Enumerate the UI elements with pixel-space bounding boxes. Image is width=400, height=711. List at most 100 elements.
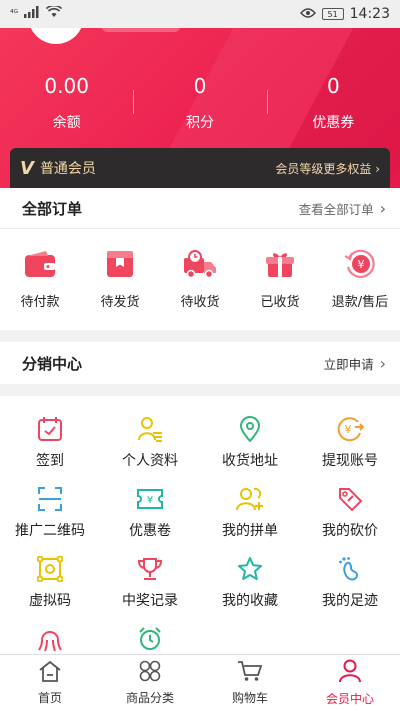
balance-label: 余额 xyxy=(52,115,81,131)
eye-icon xyxy=(299,7,316,22)
grid-item-label: 中奖记录 xyxy=(122,593,178,609)
chevron-right-icon: › xyxy=(379,353,386,373)
refund-icon: ¥ xyxy=(343,247,377,281)
grid-item-qrcode[interactable]: 推广二维码 xyxy=(0,484,100,554)
grid-item-checkin[interactable]: 签到 xyxy=(0,414,100,484)
alarm-clock-icon xyxy=(135,624,165,654)
stat-points[interactable]: 0 积分 xyxy=(133,72,266,132)
balance-value: 0.00 xyxy=(44,74,89,98)
calendar-check-icon xyxy=(35,414,65,444)
profile-doc-icon xyxy=(135,414,165,444)
order-received[interactable]: 已收货 xyxy=(240,247,320,310)
nav-categories[interactable]: 商品分类 xyxy=(100,655,200,711)
footprint-icon xyxy=(335,554,365,584)
view-all-orders-link[interactable]: 查看全部订单 › xyxy=(299,199,386,218)
account-stats: 0.00 余额 0 积分 0 优惠券 xyxy=(0,72,400,132)
network-indicator: ⁴ᴳ xyxy=(10,9,18,19)
member-benefits-label: 会员等级更多权益 xyxy=(275,161,372,176)
grid-item-label: 我的砍价 xyxy=(322,523,378,539)
svg-text:¥: ¥ xyxy=(358,258,365,271)
battery-icon: 51 xyxy=(321,8,344,20)
svg-text:¥: ¥ xyxy=(345,423,352,436)
member-benefits-link[interactable]: 会员等级更多权益 › xyxy=(275,160,380,177)
grid-item-bargain[interactable]: 我的砍价 xyxy=(300,484,400,554)
stat-balance[interactable]: 0.00 余额 xyxy=(0,72,133,132)
coupon-icon: ¥ xyxy=(135,484,165,514)
virtual-code-icon xyxy=(35,554,65,584)
octopus-icon xyxy=(35,624,65,654)
signal-icon xyxy=(24,6,40,22)
price-tag-icon xyxy=(335,484,365,514)
orders-title: 全部订单 xyxy=(22,199,83,218)
grid-item-more-1[interactable] xyxy=(0,624,100,654)
grid-item-footprints[interactable]: 我的足迹 xyxy=(300,554,400,624)
qr-scan-icon xyxy=(35,484,65,514)
view-all-orders-label: 查看全部订单 xyxy=(298,201,374,217)
distribution-section[interactable]: 分销中心 立即申请 › xyxy=(0,342,400,384)
truck-icon xyxy=(183,247,217,281)
coupons-value: 0 xyxy=(326,74,340,98)
wallet-icon xyxy=(23,247,57,281)
chevron-right-icon: › xyxy=(379,198,386,218)
grid-item-label: 提现账号 xyxy=(322,453,378,469)
order-pending-payment[interactable]: 待付款 xyxy=(0,247,80,310)
avatar[interactable] xyxy=(28,28,84,44)
apply-now-link[interactable]: 立即申请 › xyxy=(324,354,386,373)
member-center-page: ⁴ᴳ 51 14:23 0.00 余额 0 积分 0 优惠券 V 普通会员 会员… xyxy=(0,0,400,711)
member-level: 普通会员 xyxy=(39,161,96,177)
grid-item-more-2[interactable] xyxy=(100,624,200,654)
grid-item-profile[interactable]: 个人资料 xyxy=(100,414,200,484)
nav-home-label: 首页 xyxy=(37,691,62,705)
grid-item-label: 推广二维码 xyxy=(15,523,85,539)
grid-item-label: 优惠卷 xyxy=(129,523,171,539)
clock-time: 14:23 xyxy=(349,6,390,22)
nav-categories-label: 商品分类 xyxy=(125,691,174,705)
grid-item-label: 我的拼单 xyxy=(222,523,278,539)
order-pending-shipment[interactable]: 待发货 xyxy=(80,247,160,310)
grid-item-label: 收货地址 xyxy=(222,453,278,469)
bottom-nav: 首页 商品分类 购物车 会员中心 xyxy=(0,654,400,711)
svg-text:¥: ¥ xyxy=(147,495,153,506)
apply-now-label: 立即申请 xyxy=(323,356,374,372)
user-icon xyxy=(338,659,362,687)
nav-member-center[interactable]: 会员中心 xyxy=(300,655,400,711)
grid-item-address[interactable]: 收货地址 xyxy=(200,414,300,484)
order-refund-label: 退款/售后 xyxy=(331,295,389,310)
grid-item-virtual-code[interactable]: 虚拟码 xyxy=(0,554,100,624)
nav-home[interactable]: 首页 xyxy=(0,655,100,711)
grid-item-prize-record[interactable]: 中奖记录 xyxy=(100,554,200,624)
order-pending-shipment-label: 待发货 xyxy=(100,295,140,310)
grid-item-label: 签到 xyxy=(36,453,64,469)
vip-badge-icon: V xyxy=(20,157,34,179)
withdraw-coin-icon: ¥ xyxy=(335,414,365,444)
gift-icon xyxy=(263,247,297,281)
trophy-icon xyxy=(135,554,165,584)
home-icon xyxy=(38,660,62,686)
order-pending-receipt[interactable]: 待收货 xyxy=(160,247,240,310)
points-value: 0 xyxy=(193,74,207,98)
grid-item-group-buy[interactable]: 我的拼单 xyxy=(200,484,300,554)
grid-item-withdraw[interactable]: ¥ 提现账号 xyxy=(300,414,400,484)
grid-item-label: 我的足迹 xyxy=(322,593,378,609)
category-icon xyxy=(138,660,162,686)
grid-item-label: 我的收藏 xyxy=(222,593,278,609)
distribution-title: 分销中心 xyxy=(22,354,83,373)
status-bar: ⁴ᴳ 51 14:23 xyxy=(0,0,400,28)
chevron-right-icon: › xyxy=(375,161,380,176)
grid-item-coupons[interactable]: ¥ 优惠卷 xyxy=(100,484,200,554)
membership-bar[interactable]: V 普通会员 会员等级更多权益 › xyxy=(10,148,390,188)
order-pending-receipt-label: 待收货 xyxy=(180,295,220,310)
order-refund[interactable]: ¥ 退款/售后 xyxy=(320,247,400,310)
location-pin-icon xyxy=(235,414,265,444)
stat-coupons[interactable]: 0 优惠券 xyxy=(266,72,400,132)
nav-cart[interactable]: 购物车 xyxy=(200,655,300,711)
order-received-label: 已收货 xyxy=(260,295,300,310)
nav-member-center-label: 会员中心 xyxy=(325,692,374,706)
star-icon xyxy=(235,554,265,584)
wifi-icon xyxy=(45,4,63,22)
grid-item-favorites[interactable]: 我的收藏 xyxy=(200,554,300,624)
order-pending-payment-label: 待付款 xyxy=(20,295,60,310)
orders-section: 全部订单 查看全部订单 › 待付款 待发货 待收货 已收货 ¥ 退款/售后 xyxy=(0,188,400,330)
package-icon xyxy=(103,247,137,281)
nickname-pill xyxy=(102,28,180,32)
